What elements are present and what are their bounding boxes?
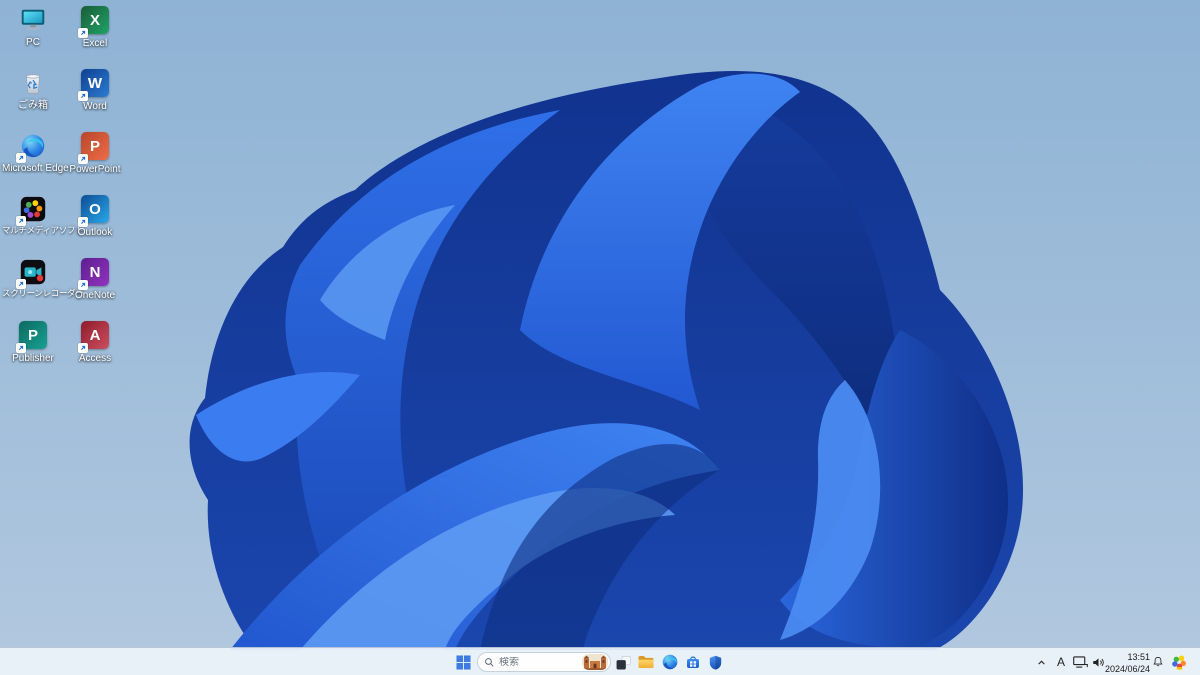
onenote-icon: N bbox=[78, 258, 110, 290]
icon-label: Microsoft Edge bbox=[2, 163, 69, 174]
clock-date: 2024/06/24 bbox=[1104, 663, 1150, 674]
desktop-icon-screen-recorder[interactable]: スクリーンレコーダー bbox=[2, 257, 84, 299]
bell-icon bbox=[1153, 656, 1163, 667]
taskbar: A 13:51 2024/06/24 bbox=[0, 647, 1200, 675]
desktop-icon-recycle-bin[interactable]: ごみ箱 bbox=[2, 68, 64, 112]
recycle-bin-icon bbox=[18, 68, 48, 98]
icon-label: マルチメディアソフト bbox=[2, 225, 84, 235]
desktop-icon-publisher[interactable]: P Publisher bbox=[2, 320, 64, 365]
file-explorer-button[interactable] bbox=[634, 650, 658, 674]
search-icon bbox=[485, 657, 494, 667]
access-icon: A bbox=[78, 321, 110, 353]
screen-recorder-icon bbox=[16, 257, 48, 289]
icon-label: PC bbox=[26, 37, 40, 48]
icon-label: Access bbox=[78, 353, 112, 364]
speaker-icon bbox=[1093, 657, 1104, 667]
ethernet-icon bbox=[1073, 656, 1088, 668]
store-bag-icon bbox=[687, 656, 699, 668]
desktop-icon-excel[interactable]: X Excel bbox=[64, 5, 126, 50]
edge-taskbar-button[interactable] bbox=[658, 650, 682, 674]
desktop-icon-outlook[interactable]: O Outlook bbox=[64, 194, 126, 239]
desktop-icon-powerpoint[interactable]: P PowerPoint bbox=[64, 131, 126, 176]
microsoft-store-button[interactable] bbox=[681, 650, 705, 674]
desktop-icon-edge[interactable]: Microsoft Edge bbox=[2, 131, 69, 175]
taskbar-search-box[interactable] bbox=[477, 652, 611, 672]
icon-label: Publisher bbox=[12, 353, 54, 364]
start-button[interactable] bbox=[449, 650, 477, 674]
icon-label: OneNote bbox=[74, 290, 116, 301]
bing-daily-image-thumbnail[interactable] bbox=[582, 654, 608, 670]
shortcut-arrow-icon bbox=[16, 279, 26, 289]
shortcut-arrow-icon bbox=[78, 91, 88, 101]
shortcut-arrow-icon bbox=[78, 154, 88, 164]
multimedia-soft-icon bbox=[16, 194, 48, 226]
hidden-icons-chevron[interactable] bbox=[1033, 650, 1049, 674]
excel-icon: X bbox=[78, 6, 110, 38]
icon-label: PowerPoint bbox=[69, 164, 121, 175]
desktop-icon-pc[interactable]: PC bbox=[2, 5, 64, 49]
clock-time: 13:51 bbox=[1127, 652, 1150, 662]
icon-label: Word bbox=[83, 101, 107, 112]
word-icon: W bbox=[78, 69, 110, 101]
shortcut-arrow-icon bbox=[78, 280, 88, 290]
chevron-up-icon bbox=[1037, 659, 1045, 665]
windows-security-button[interactable] bbox=[703, 650, 727, 674]
pc-icon bbox=[18, 5, 48, 35]
shortcut-arrow-icon bbox=[16, 153, 26, 163]
notification-center-button[interactable] bbox=[1150, 650, 1166, 674]
icon-label: ごみ箱 bbox=[18, 100, 48, 111]
wallpaper-bloom bbox=[189, 70, 1024, 650]
publisher-icon: P bbox=[16, 321, 48, 353]
edge-icon bbox=[16, 131, 48, 163]
running-multimedia-app-tray[interactable] bbox=[1168, 650, 1190, 674]
desktop-icon-onenote[interactable]: N OneNote bbox=[64, 257, 126, 302]
shield-icon bbox=[709, 655, 721, 670]
multimedia-colorful-dots-icon bbox=[1172, 655, 1187, 670]
ime-mode-indicator[interactable]: A bbox=[1053, 650, 1069, 674]
windows-logo-icon bbox=[455, 654, 471, 670]
shortcut-arrow-icon bbox=[78, 28, 88, 38]
task-view-icon bbox=[616, 655, 631, 669]
shortcut-arrow-icon bbox=[16, 343, 26, 353]
desktop-icon-access[interactable]: A Access bbox=[64, 320, 126, 365]
task-view-button[interactable] bbox=[611, 650, 635, 674]
icon-label: Outlook bbox=[77, 227, 113, 238]
outlook-icon: O bbox=[78, 195, 110, 227]
desktop-icon-word[interactable]: W Word bbox=[64, 68, 126, 113]
folder-icon bbox=[638, 656, 654, 668]
desktop-icon-multimedia-soft[interactable]: マルチメディアソフト bbox=[2, 194, 84, 236]
search-input[interactable] bbox=[499, 656, 582, 668]
shortcut-arrow-icon bbox=[78, 343, 88, 353]
powerpoint-icon: P bbox=[78, 132, 110, 164]
shortcut-arrow-icon bbox=[16, 216, 26, 226]
icon-label: Excel bbox=[82, 38, 108, 49]
edge-swirl-icon bbox=[662, 654, 678, 670]
shortcut-arrow-icon bbox=[78, 217, 88, 227]
quick-settings-button[interactable] bbox=[1070, 650, 1108, 674]
icon-label: スクリーンレコーダー bbox=[2, 288, 84, 298]
clock[interactable]: 13:51 2024/06/24 bbox=[1105, 649, 1150, 675]
